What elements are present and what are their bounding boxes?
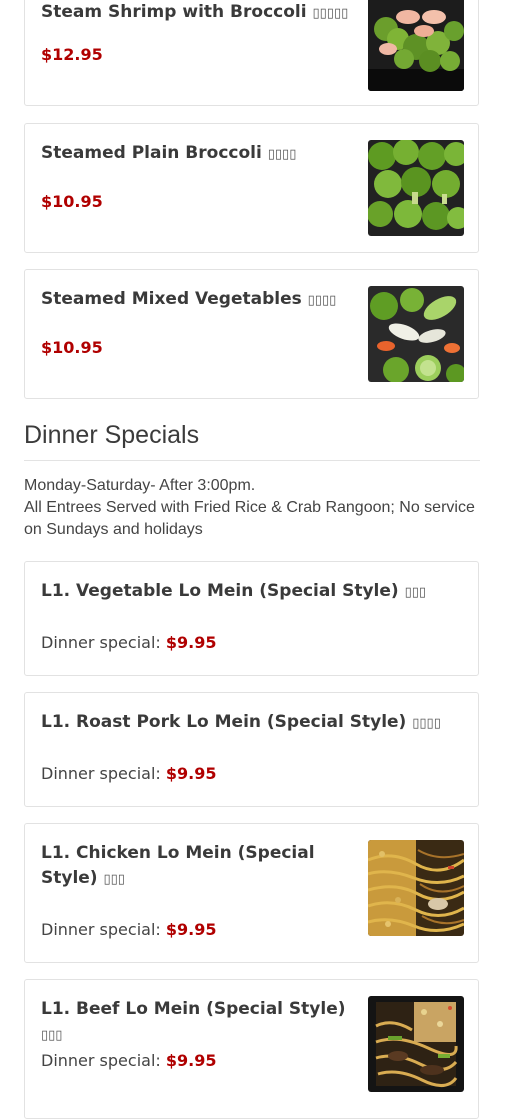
special-item-card[interactable]: L1. Beef Lo Mein (Special Style) ▯▯▯ Din… xyxy=(24,979,479,1119)
section-description-line: Monday-Saturday- After 3:00pm. xyxy=(24,477,256,494)
dinner-special-price-line: Dinner special: $9.95 xyxy=(41,1051,216,1070)
menu-item-name: Steamed Plain Broccoli ▯▯▯▯ xyxy=(41,143,297,163)
broccoli-photo xyxy=(368,140,464,236)
dinner-special-label: Dinner special: xyxy=(41,1051,161,1070)
dinner-special-price: $9.95 xyxy=(165,1051,217,1070)
menu-item-name-glyphs: ▯▯▯▯ xyxy=(267,147,297,162)
special-item-card[interactable]: L1. Vegetable Lo Mein (Special Style) ▯▯… xyxy=(24,561,479,676)
section-description: Monday-Saturday- After 3:00pm. All Entre… xyxy=(24,475,480,541)
menu-item-name-glyphs: ▯▯▯▯▯ xyxy=(312,6,349,21)
menu-item-name: Steam Shrimp with Broccoli ▯▯▯▯▯ xyxy=(41,2,349,22)
menu-item-name-glyphs: ▯▯▯ xyxy=(41,1028,63,1043)
menu-item-name-glyphs: ▯▯▯ xyxy=(404,585,427,600)
beef-lo-mein-photo xyxy=(368,996,464,1092)
menu-item-name: L1. Roast Pork Lo Mein (Special Style) ▯… xyxy=(41,712,441,732)
dinner-special-price: $9.95 xyxy=(165,764,217,783)
dinner-special-price: $9.95 xyxy=(165,920,217,939)
menu-item-name: L1. Beef Lo Mein (Special Style) ▯▯▯ xyxy=(41,999,346,1043)
section-title: Dinner Specials xyxy=(24,421,480,461)
special-item-card[interactable]: L1. Chicken Lo Mein (Special Style) ▯▯▯ … xyxy=(24,823,479,963)
section-description-line: All Entrees Served with Fried Rice & Cra… xyxy=(24,499,475,538)
dinner-special-label: Dinner special: xyxy=(41,633,161,652)
dinner-special-price: $9.95 xyxy=(165,633,217,652)
menu-item-card[interactable]: Steamed Plain Broccoli ▯▯▯▯ $10.95 xyxy=(24,123,479,253)
shrimp-broccoli-photo xyxy=(368,0,464,91)
dinner-special-price-line: Dinner special: $9.95 xyxy=(41,764,216,783)
dinner-special-label: Dinner special: xyxy=(41,764,161,783)
menu-item-name-glyphs: ▯▯▯▯ xyxy=(307,293,337,308)
dinner-special-price-line: Dinner special: $9.95 xyxy=(41,633,216,652)
menu-item-name: L1. Vegetable Lo Mein (Special Style) ▯▯… xyxy=(41,581,427,601)
menu-item-name-glyphs: ▯▯▯▯ xyxy=(412,716,441,731)
menu-item-price: $12.95 xyxy=(41,45,103,64)
menu-item-price: $10.95 xyxy=(41,192,103,211)
menu-item-card[interactable]: Steam Shrimp with Broccoli ▯▯▯▯▯ $12.95 xyxy=(24,0,479,106)
special-item-card[interactable]: L1. Roast Pork Lo Mein (Special Style) ▯… xyxy=(24,692,479,807)
chicken-lo-mein-photo xyxy=(368,840,464,936)
menu-item-price: $10.95 xyxy=(41,338,103,357)
dinner-special-label: Dinner special: xyxy=(41,920,161,939)
menu-item-card[interactable]: Steamed Mixed Vegetables ▯▯▯▯ $10.95 xyxy=(24,269,479,399)
menu-item-name: L1. Chicken Lo Mein (Special Style) ▯▯▯ xyxy=(41,843,315,888)
menu-item-name: Steamed Mixed Vegetables ▯▯▯▯ xyxy=(41,289,337,309)
dinner-special-price-line: Dinner special: $9.95 xyxy=(41,920,216,939)
menu-item-name-glyphs: ▯▯▯ xyxy=(103,872,125,887)
mixed-vegetables-photo xyxy=(368,286,464,382)
